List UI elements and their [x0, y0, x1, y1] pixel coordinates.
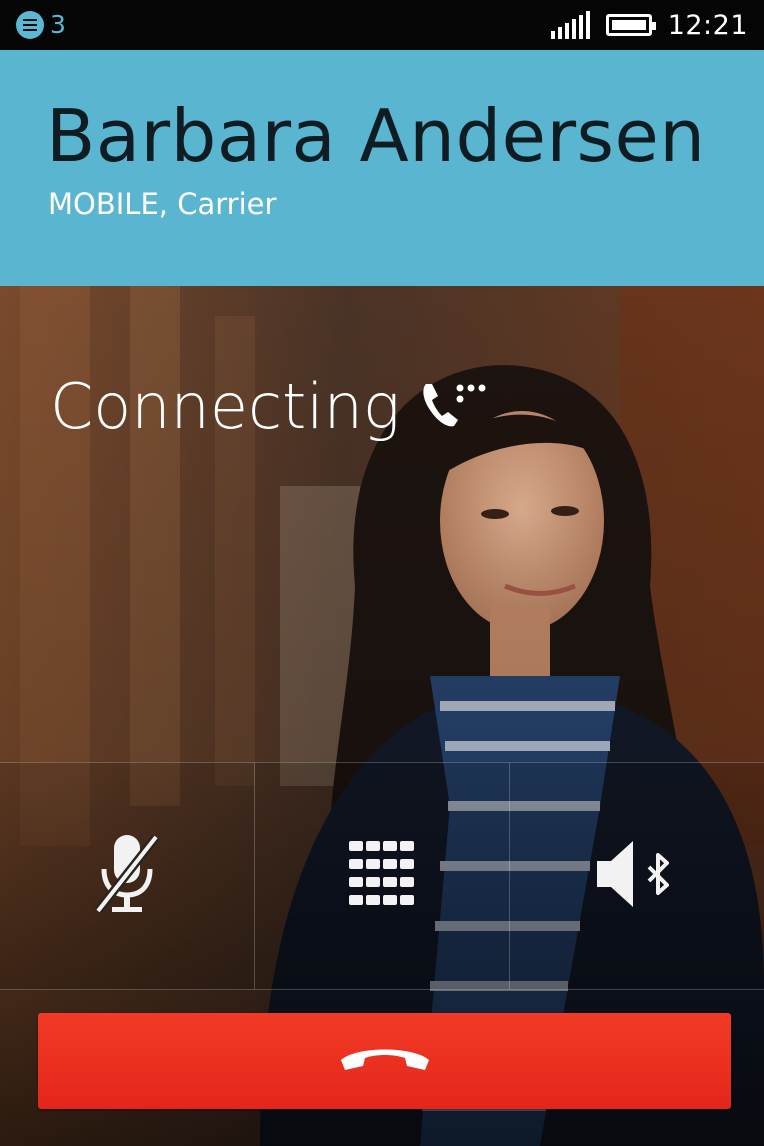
call-status: Connecting [50, 370, 490, 444]
keypad-button[interactable] [254, 763, 509, 989]
notification-list-icon [16, 11, 44, 39]
status-bar: 3 12:21 [0, 0, 764, 50]
dialpad-icon [347, 839, 417, 913]
microphone-muted-icon [92, 831, 162, 921]
mute-button[interactable] [0, 763, 254, 989]
call-screen: 3 12:21 Barbara Andersen MOBILE, Carrier [0, 0, 764, 1146]
notification-count: 3 [50, 10, 66, 39]
end-call-button[interactable] [38, 1013, 731, 1109]
battery-icon [605, 14, 656, 36]
caller-header: Barbara Andersen MOBILE, Carrier [0, 50, 764, 286]
contact-name: Barbara Andersen [46, 94, 706, 178]
speaker-bluetooth-icon [595, 837, 679, 915]
call-status-text: Connecting [50, 370, 401, 443]
signal-bars-icon [550, 11, 590, 39]
speaker-button[interactable] [509, 763, 764, 989]
hang-up-phone-icon [337, 1042, 433, 1080]
contact-number-type: MOBILE, Carrier [48, 187, 277, 221]
status-time: 12:21 [667, 9, 748, 41]
call-controls [0, 762, 764, 990]
battery-level [611, 20, 646, 30]
notification-indicator[interactable]: 3 [16, 10, 66, 40]
phone-outgoing-icon [420, 378, 490, 436]
